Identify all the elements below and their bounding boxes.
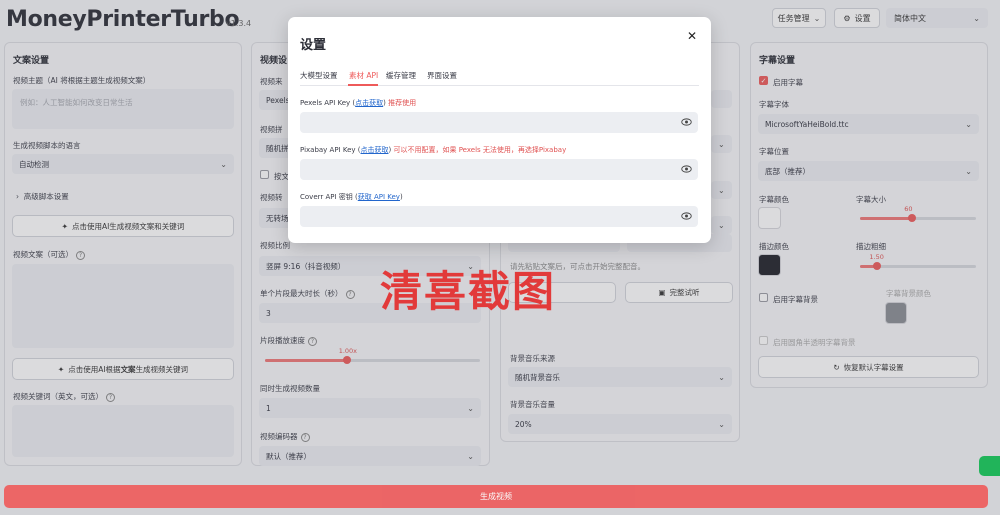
pixabay-note: 可以不用配置，如果 Pexels 无法使用，再选择Pixabay — [393, 146, 567, 154]
coverr-key-label-tail: ) — [399, 193, 403, 201]
pixabay-key-label: Pixabay API Key (点击获取) 可以不用配置，如果 Pexels … — [300, 145, 566, 155]
pexels-key-label: Pexels API Key (点击获取) 推荐使用 — [300, 98, 416, 108]
settings-modal: 设置 ✕ 大模型设置 素材 API 缓存管理 界面设置 Pexels API K… — [288, 17, 711, 243]
coverr-key-label: Coverr API 密钥 (获取 API Key) — [300, 192, 403, 202]
coverr-key-label-text: Coverr API 密钥 ( — [300, 193, 358, 201]
floating-action-icon[interactable] — [979, 456, 1000, 476]
modal-title: 设置 — [300, 38, 327, 53]
pexels-get-link[interactable]: 点击获取 — [355, 99, 383, 107]
watermark-text: 清喜截图 — [380, 267, 557, 316]
active-tab-indicator — [348, 84, 378, 86]
pixabay-key-input[interactable] — [300, 159, 698, 180]
pixabay-key-label-text: Pixabay API Key ( — [300, 146, 361, 154]
eye-icon[interactable] — [681, 117, 692, 127]
close-icon[interactable]: ✕ — [687, 29, 697, 43]
pexels-key-input[interactable] — [300, 112, 698, 133]
pixabay-get-link[interactable]: 点击获取 — [361, 146, 389, 154]
tab-cache-management[interactable]: 缓存管理 — [386, 70, 416, 81]
pexels-key-label-text: Pexels API Key ( — [300, 99, 356, 107]
tab-llm-settings[interactable]: 大模型设置 — [300, 70, 338, 81]
generate-video-button[interactable]: 生成视频 — [4, 485, 988, 508]
tab-material-api[interactable]: 素材 API — [349, 70, 378, 81]
coverr-get-link[interactable]: 获取 API Key — [358, 193, 400, 201]
coverr-key-input[interactable] — [300, 206, 698, 227]
tab-ui-settings[interactable]: 界面设置 — [427, 70, 457, 81]
eye-icon[interactable] — [681, 164, 692, 174]
pexels-recommend: 推荐使用 — [388, 99, 417, 107]
eye-icon[interactable] — [681, 211, 692, 221]
generate-video-label: 生成视频 — [480, 492, 512, 501]
